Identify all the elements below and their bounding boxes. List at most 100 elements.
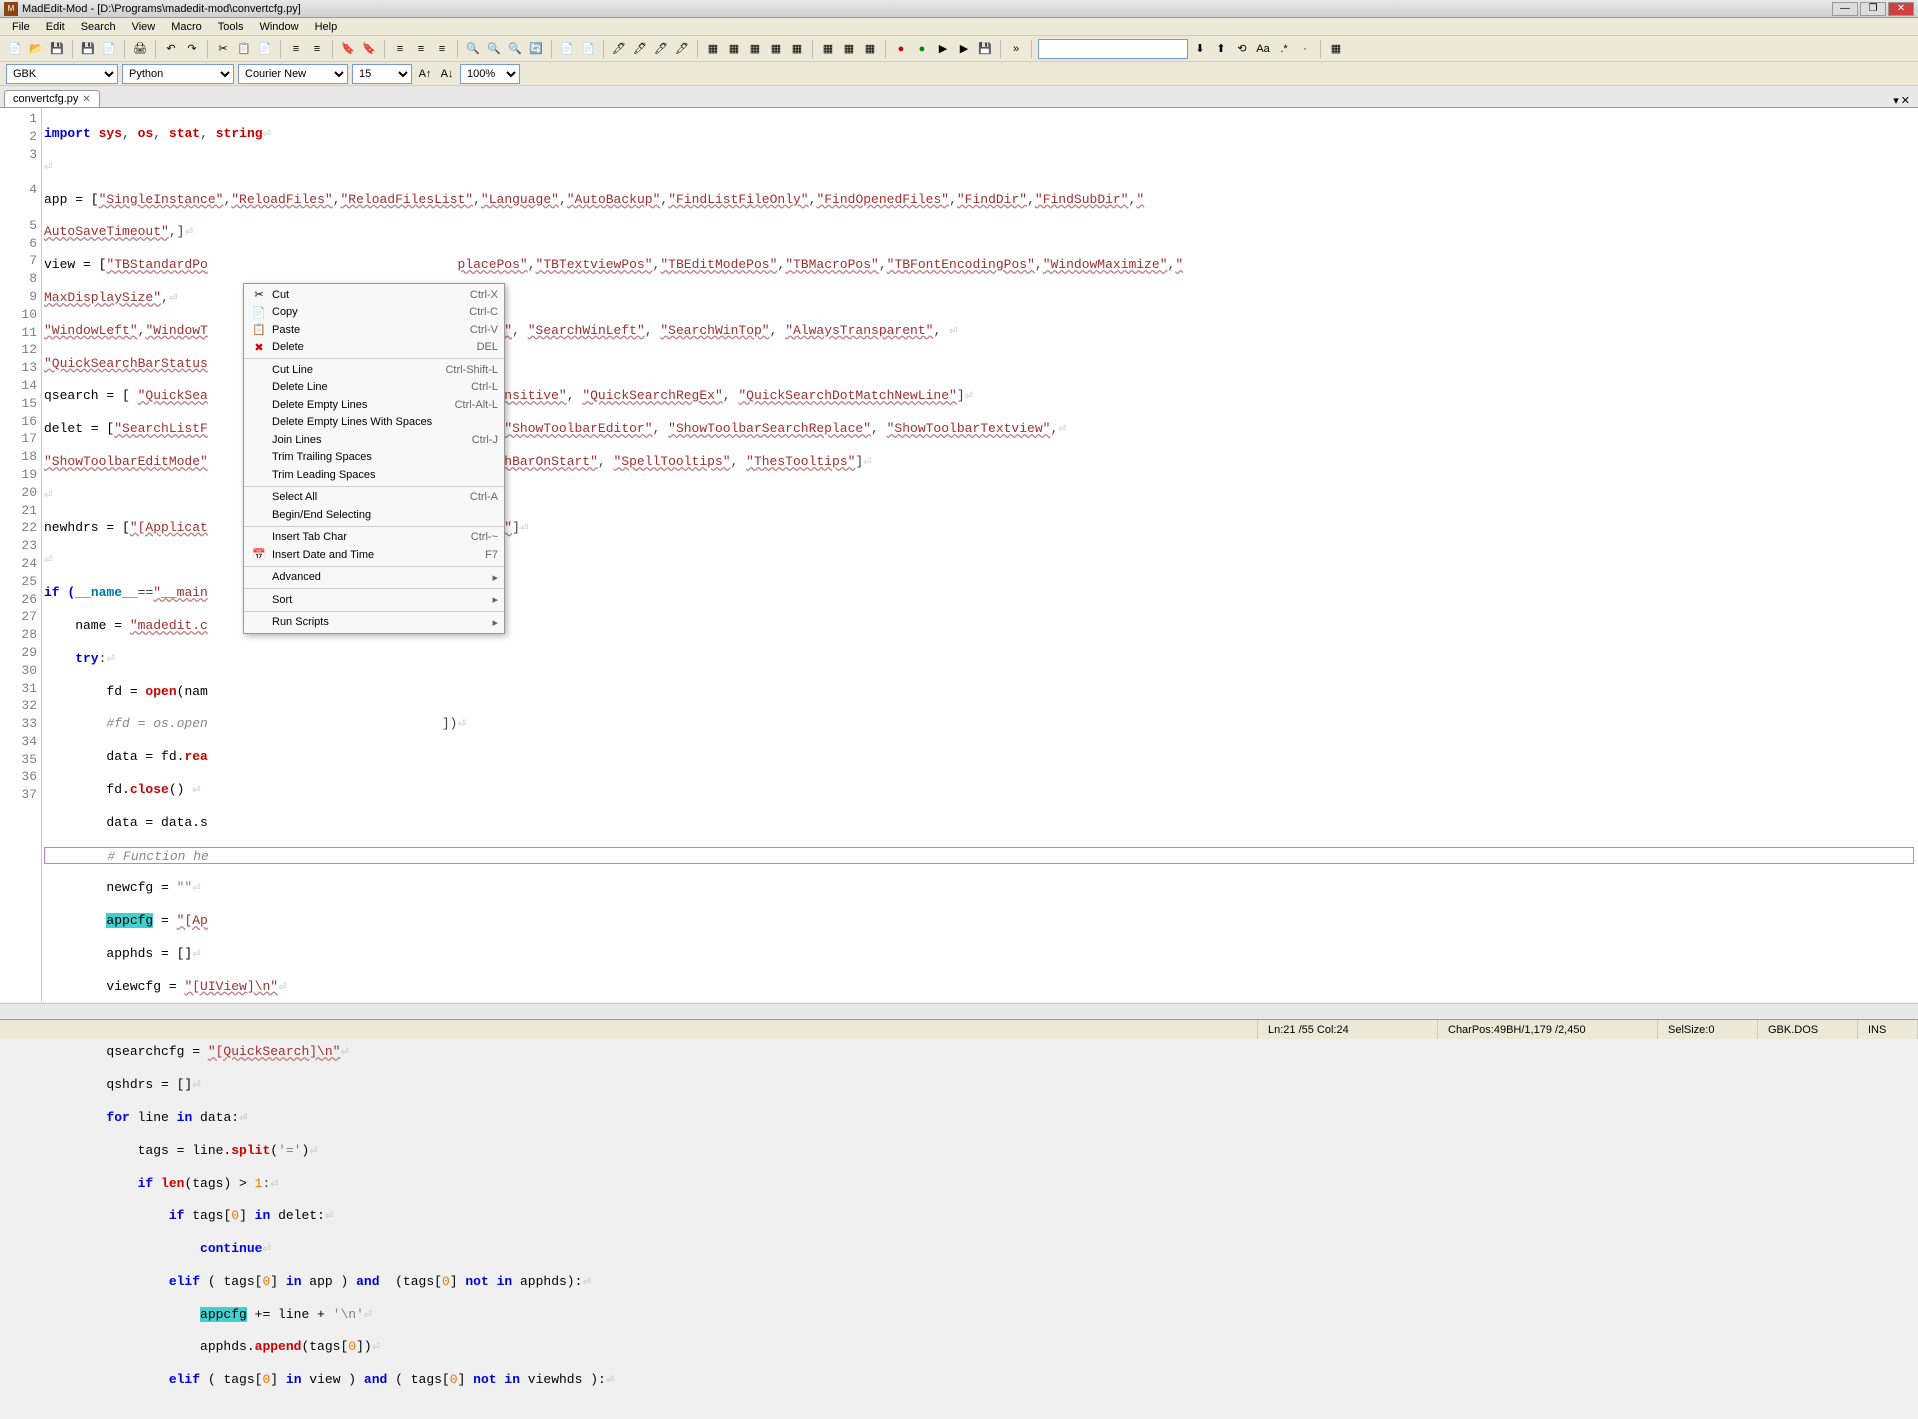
toolbar-separator xyxy=(72,40,73,58)
line-number: 30 xyxy=(0,662,41,680)
line-gutter: 1 2 3 4 5 6 7 8 9 10 11 12 13 14 15 16 1… xyxy=(0,108,42,1002)
cm-copy[interactable]: 📄CopyCtrl-C xyxy=(244,304,504,322)
highlight-red-icon[interactable]: 🖊 xyxy=(610,40,628,58)
toolbar-more-icon[interactable]: » xyxy=(1007,40,1025,58)
menu-file[interactable]: File xyxy=(4,20,38,34)
print-icon[interactable]: 🖨 xyxy=(131,40,149,58)
view-mode1-icon[interactable]: ▦ xyxy=(704,40,722,58)
paste-icon: 📋 xyxy=(250,323,268,336)
play-icon[interactable]: ▶ xyxy=(934,40,952,58)
font-inc-icon[interactable]: A↑ xyxy=(416,65,434,83)
cm-sort[interactable]: Sort▸ xyxy=(244,591,504,609)
cm-select-all[interactable]: Select AllCtrl-A xyxy=(244,489,504,507)
search-down-icon[interactable]: ⬇ xyxy=(1191,40,1209,58)
cm-delete-empty-lines[interactable]: Delete Empty LinesCtrl-Alt-L xyxy=(244,396,504,414)
doc-plus-icon[interactable]: 📄 xyxy=(579,40,597,58)
stop-icon[interactable]: ● xyxy=(913,40,931,58)
search-up-icon[interactable]: ⬆ xyxy=(1212,40,1230,58)
find-prev-icon[interactable]: 🔍 xyxy=(506,40,524,58)
zoom-select[interactable]: 100% xyxy=(460,64,520,84)
search-case-icon[interactable]: Aa xyxy=(1254,40,1272,58)
align-center-icon[interactable]: ≡ xyxy=(412,40,430,58)
toolbar-separator xyxy=(155,40,156,58)
find-next-icon[interactable]: 🔍 xyxy=(485,40,503,58)
save-all-icon[interactable]: 💾 xyxy=(79,40,97,58)
menu-view[interactable]: View xyxy=(124,20,164,34)
maximize-button[interactable]: ❐ xyxy=(1860,2,1886,16)
view-mode3-icon[interactable]: ▦ xyxy=(746,40,764,58)
tab-close-all-icon[interactable]: ✕ xyxy=(1901,94,1910,107)
highlight-clear2-icon[interactable]: 🖊 xyxy=(652,40,670,58)
tab-dropdown-icon[interactable]: ▾ xyxy=(1893,94,1899,107)
encoding-select[interactable]: GBK xyxy=(6,64,118,84)
save-file-icon[interactable]: 💾 xyxy=(48,40,66,58)
paste-icon[interactable]: 📄 xyxy=(256,40,274,58)
cm-trim-trailing[interactable]: Trim Trailing Spaces xyxy=(244,449,504,467)
copy-icon[interactable]: 📋 xyxy=(235,40,253,58)
view-mode4-icon[interactable]: ▦ xyxy=(767,40,785,58)
cm-paste[interactable]: 📋PasteCtrl-V xyxy=(244,321,504,339)
search-opt1-icon[interactable]: ⟲ xyxy=(1233,40,1251,58)
undo-icon[interactable]: ↶ xyxy=(162,40,180,58)
menu-macro[interactable]: Macro xyxy=(163,20,210,34)
fontsize-select[interactable]: 15 xyxy=(352,64,412,84)
cm-cut[interactable]: ✂CutCtrl-X xyxy=(244,286,504,304)
cm-insert-tab[interactable]: Insert Tab CharCtrl-~ xyxy=(244,529,504,547)
view-mode5-icon[interactable]: ▦ xyxy=(788,40,806,58)
line-number: 33 xyxy=(0,715,41,733)
cm-cut-line[interactable]: Cut LineCtrl-Shift-L xyxy=(244,361,504,379)
font-dec-icon[interactable]: A↓ xyxy=(438,65,456,83)
highlight-clear-icon[interactable]: 🖊 xyxy=(631,40,649,58)
grid2-icon[interactable]: ▦ xyxy=(840,40,858,58)
grid-icon[interactable]: ▦ xyxy=(819,40,837,58)
tab-active[interactable]: convertcfg.py ✕ xyxy=(4,90,100,107)
play-all-icon[interactable]: ▶ xyxy=(955,40,973,58)
minimize-button[interactable]: — xyxy=(1832,2,1858,16)
cm-run-scripts[interactable]: Run Scripts▸ xyxy=(244,614,504,632)
cm-insert-datetime[interactable]: 📅Insert Date and TimeF7 xyxy=(244,546,504,564)
cut-icon[interactable]: ✂ xyxy=(214,40,232,58)
menu-search[interactable]: Search xyxy=(73,20,124,34)
lexer-select[interactable]: Python xyxy=(122,64,234,84)
cm-join-lines[interactable]: Join LinesCtrl-J xyxy=(244,431,504,449)
close-file-icon[interactable]: 📄 xyxy=(100,40,118,58)
cm-delete-empty-lines-spaces[interactable]: Delete Empty Lines With Spaces xyxy=(244,414,504,432)
cm-delete-line[interactable]: Delete LineCtrl-L xyxy=(244,379,504,397)
menu-edit[interactable]: Edit xyxy=(38,20,73,34)
bookmark-clear-icon[interactable]: 🔖 xyxy=(360,40,378,58)
cm-begin-end-selecting[interactable]: Begin/End Selecting xyxy=(244,506,504,524)
window-title: MadEdit-Mod - [D:\Programs\madedit-mod\c… xyxy=(22,3,1832,15)
outdent-icon[interactable]: ≡ xyxy=(308,40,326,58)
search-regex-icon[interactable]: .* xyxy=(1275,40,1293,58)
menu-help[interactable]: Help xyxy=(307,20,346,34)
editor-area[interactable]: 1 2 3 4 5 6 7 8 9 10 11 12 13 14 15 16 1… xyxy=(0,108,1918,1002)
cm-trim-leading[interactable]: Trim Leading Spaces xyxy=(244,466,504,484)
menu-window[interactable]: Window xyxy=(251,20,306,34)
cm-delete[interactable]: ✖DeleteDEL xyxy=(244,339,504,357)
app-icon: M xyxy=(4,2,18,16)
open-file-icon[interactable]: 📂 xyxy=(27,40,45,58)
find-icon[interactable]: 🔍 xyxy=(464,40,482,58)
align-right-icon[interactable]: ≡ xyxy=(433,40,451,58)
view-mode2-icon[interactable]: ▦ xyxy=(725,40,743,58)
horizontal-scrollbar[interactable] xyxy=(0,1003,1918,1019)
close-button[interactable]: ✕ xyxy=(1888,2,1914,16)
cm-advanced[interactable]: Advanced▸ xyxy=(244,569,504,587)
align-left-icon[interactable]: ≡ xyxy=(391,40,409,58)
quick-search-input[interactable] xyxy=(1038,39,1188,59)
toolbar-end-icon[interactable]: ▦ xyxy=(1327,40,1345,58)
font-select[interactable]: Courier New xyxy=(238,64,348,84)
indent-icon[interactable]: ≡ xyxy=(287,40,305,58)
bookmark-icon[interactable]: 🔖 xyxy=(339,40,357,58)
record-icon[interactable]: ● xyxy=(892,40,910,58)
highlight-clear3-icon[interactable]: 🖊 xyxy=(673,40,691,58)
tab-close-icon[interactable]: ✕ xyxy=(82,94,90,105)
macro-save-icon[interactable]: 💾 xyxy=(976,40,994,58)
replace-icon[interactable]: 🔄 xyxy=(527,40,545,58)
doc-icon[interactable]: 📄 xyxy=(558,40,576,58)
menu-tools[interactable]: Tools xyxy=(210,20,252,34)
new-file-icon[interactable]: 📄 xyxy=(6,40,24,58)
search-opt2-icon[interactable]: · xyxy=(1296,40,1314,58)
redo-icon[interactable]: ↷ xyxy=(183,40,201,58)
grid3-icon[interactable]: ▦ xyxy=(861,40,879,58)
